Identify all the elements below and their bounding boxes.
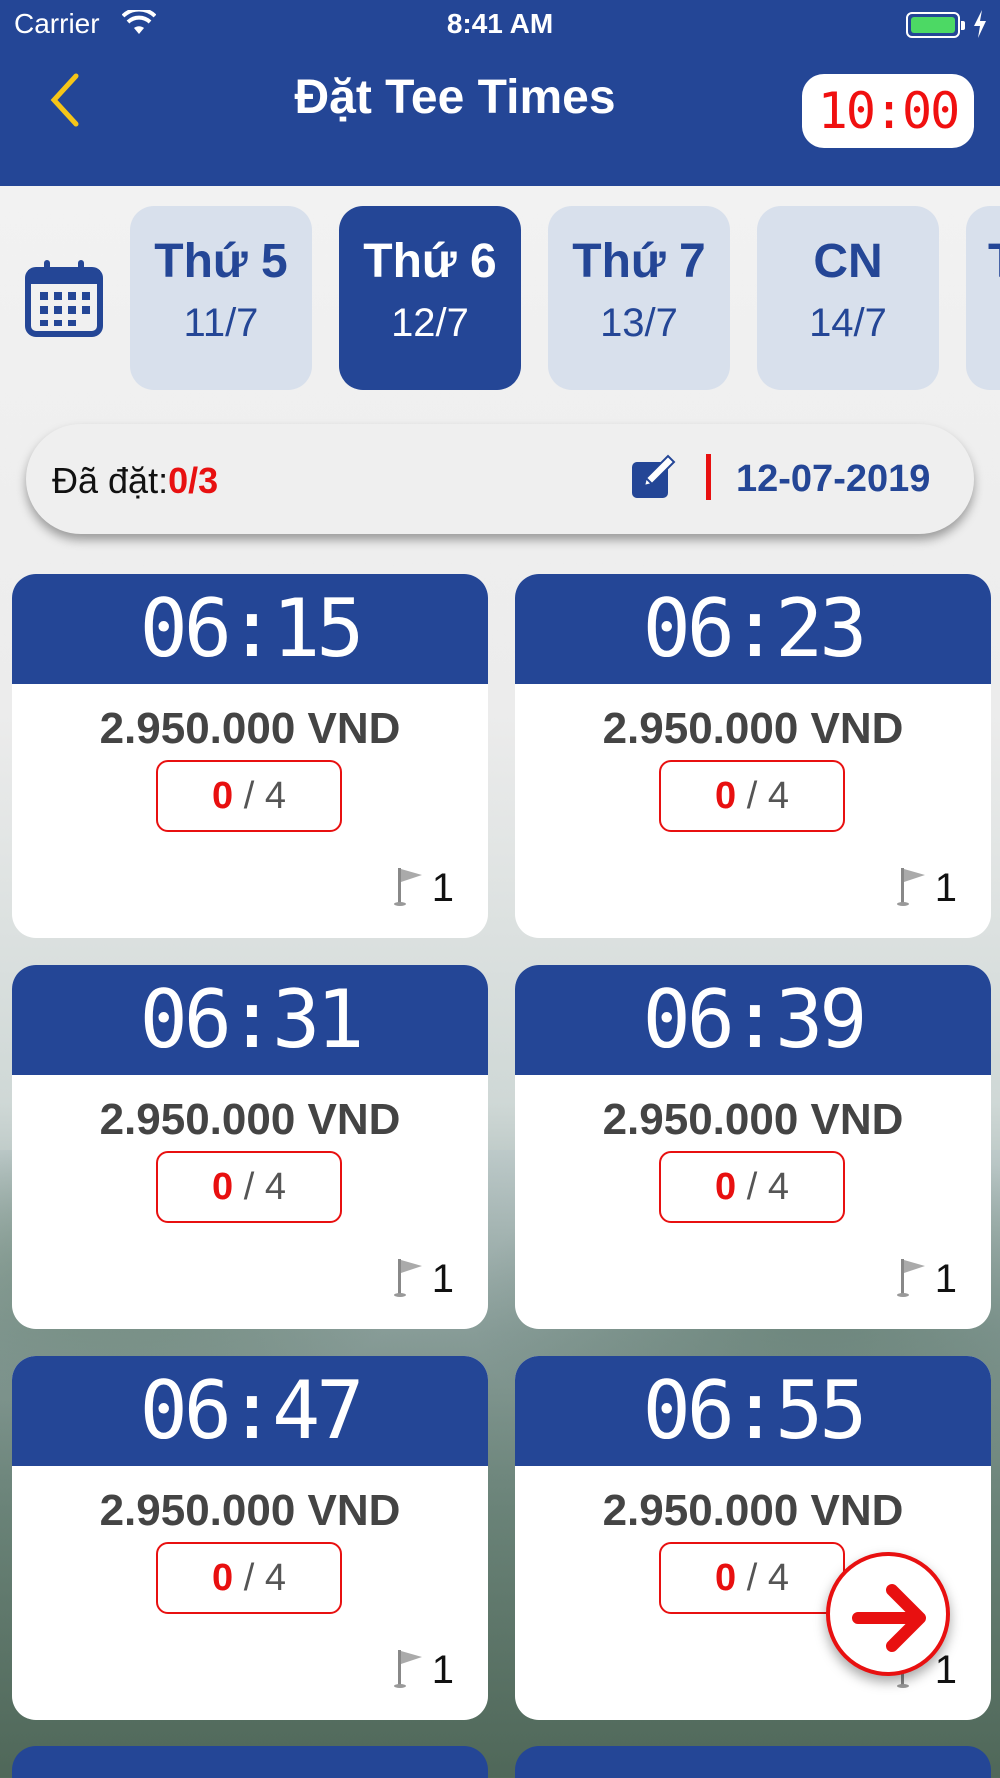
capacity-box: 0 / 4 <box>156 760 342 832</box>
max-players: / 4 <box>746 775 789 817</box>
date-selector: Thứ 5 11/7 Thứ 6 12/7 Thứ 7 13/7 CN 14/7… <box>0 206 1000 390</box>
arrow-right-icon <box>852 1584 926 1652</box>
tee-time: 06:15 <box>12 574 488 684</box>
day-name: Thứ 6 <box>363 235 497 288</box>
status-bar: Carrier 8:41 AM <box>0 0 1000 50</box>
divider <box>706 454 711 500</box>
hole-number: 1 <box>431 1257 454 1301</box>
tee-time: 06:31 <box>12 965 488 1075</box>
day-name: Thứ 5 <box>154 235 288 288</box>
tee-time-card-partial[interactable] <box>12 1746 488 1778</box>
max-players: / 4 <box>243 1166 286 1208</box>
flag-icon <box>897 868 925 906</box>
max-players: / 4 <box>243 775 286 817</box>
tee-price: 2.950.000 VND <box>99 1486 401 1535</box>
tee-time: 06:47 <box>12 1356 488 1466</box>
booked-players: 0 <box>212 775 234 817</box>
tee-time-card[interactable]: 06:39 2.950.000 VND 0 / 4 1 <box>515 965 991 1329</box>
flag-icon <box>394 1259 422 1297</box>
day-chip-thu-5[interactable]: Thứ 5 11/7 <box>130 206 312 390</box>
tee-time-card[interactable]: 06:31 2.950.000 VND 0 / 4 1 <box>12 965 488 1329</box>
app-header: Carrier 8:41 AM Đặt Tee Times 10:00 <box>0 0 1000 186</box>
max-players: / 4 <box>243 1557 286 1599</box>
max-players: / 4 <box>746 1166 789 1208</box>
calendar-icon[interactable] <box>24 258 104 338</box>
booking-summary-bar: Đã đặt:0/3 12-07-2019 <box>26 424 974 534</box>
day-date: 12/7 <box>391 301 469 345</box>
charging-icon <box>974 10 986 38</box>
tee-price: 2.950.000 VND <box>602 704 904 753</box>
flag-icon <box>897 1259 925 1297</box>
next-button[interactable] <box>826 1552 950 1676</box>
battery-icon <box>906 12 965 38</box>
capacity-box: 0 / 4 <box>659 760 845 832</box>
day-name: CN <box>813 235 883 288</box>
tee-time: 06:39 <box>515 965 991 1075</box>
tee-price: 2.950.000 VND <box>99 1095 401 1144</box>
tee-time-card[interactable]: 06:23 2.950.000 VND 0 / 4 1 <box>515 574 991 938</box>
edit-icon[interactable] <box>630 454 678 500</box>
day-chip-thu-6[interactable]: Thứ 6 12/7 <box>339 206 521 390</box>
page-title: Đặt Tee Times <box>294 71 616 124</box>
day-chip-next[interactable]: T <box>966 206 1000 390</box>
day-date: 13/7 <box>600 301 678 345</box>
day-chip-thu-7[interactable]: Thứ 7 13/7 <box>548 206 730 390</box>
countdown-timer: 10:00 <box>802 74 974 148</box>
hole-number: 1 <box>934 1257 957 1301</box>
booked-players: 0 <box>715 1557 737 1599</box>
capacity-box: 0 / 4 <box>659 1542 845 1614</box>
tee-time-card-partial[interactable] <box>515 1746 991 1778</box>
tee-time-card[interactable]: 06:47 2.950.000 VND 0 / 4 1 <box>12 1356 488 1720</box>
day-name: Thứ 7 <box>572 235 706 288</box>
hole-number: 1 <box>934 1648 957 1692</box>
hole-number: 1 <box>934 866 957 910</box>
flag-icon <box>394 1650 422 1688</box>
booked-players: 0 <box>715 1166 737 1208</box>
booked-players: 0 <box>212 1557 234 1599</box>
day-date: 14/7 <box>809 301 887 345</box>
tee-time: 06:23 <box>515 574 991 684</box>
tee-price: 2.950.000 VND <box>602 1095 904 1144</box>
tee-time: 06:55 <box>515 1356 991 1466</box>
tee-price: 2.950.000 VND <box>99 704 401 753</box>
selected-date[interactable]: 12-07-2019 <box>736 458 930 501</box>
status-time: 8:41 AM <box>446 8 554 39</box>
capacity-box: 0 / 4 <box>156 1151 342 1223</box>
max-players: / 4 <box>746 1557 789 1599</box>
capacity-box: 0 / 4 <box>659 1151 845 1223</box>
flag-icon <box>394 868 422 906</box>
booked-players: 0 <box>212 1166 234 1208</box>
hole-number: 1 <box>431 1648 454 1692</box>
day-name: T <box>966 234 1000 289</box>
day-date: 11/7 <box>183 301 259 345</box>
booked-players: 0 <box>715 775 737 817</box>
hole-number: 1 <box>431 866 454 910</box>
booked-count: 0/3 <box>168 460 219 501</box>
tee-price: 2.950.000 VND <box>602 1486 904 1535</box>
capacity-box: 0 / 4 <box>156 1542 342 1614</box>
day-chip-cn[interactable]: CN 14/7 <box>757 206 939 390</box>
tee-time-card[interactable]: 06:15 2.950.000 VND 0 / 4 1 <box>12 574 488 938</box>
booked-label: Đã đặt:0/3 <box>52 460 219 501</box>
